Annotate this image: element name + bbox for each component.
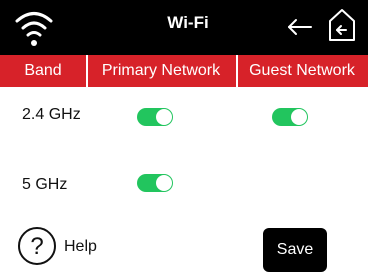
toggle-primary-5ghz[interactable] bbox=[137, 174, 173, 192]
column-header-primary-network: Primary Network bbox=[101, 62, 221, 79]
save-button[interactable]: Save bbox=[263, 228, 327, 272]
page-title: Wi-Fi bbox=[167, 13, 209, 32]
column-header-guest-network: Guest Network bbox=[249, 62, 355, 79]
toggle-primary-2-4ghz[interactable] bbox=[137, 108, 173, 126]
toggle-knob bbox=[156, 109, 172, 125]
back-arrow-icon[interactable] bbox=[286, 15, 314, 39]
toggle-guest-2-4ghz[interactable] bbox=[272, 108, 308, 126]
help-label[interactable]: Help bbox=[64, 238, 97, 256]
column-header-band: Band bbox=[24, 62, 62, 79]
home-icon[interactable] bbox=[327, 7, 357, 43]
header-bar: Wi-Fi bbox=[0, 0, 368, 55]
wifi-icon bbox=[15, 12, 53, 46]
svg-text:?: ? bbox=[30, 233, 43, 260]
toggle-knob bbox=[291, 109, 307, 125]
band-label-2-4ghz: 2.4 GHz bbox=[22, 106, 81, 123]
band-label-5ghz: 5 GHz bbox=[22, 176, 68, 193]
question-circle-icon[interactable]: ? bbox=[17, 226, 57, 266]
toggle-knob bbox=[156, 175, 172, 191]
column-header-bar: Band Primary Network Guest Network bbox=[0, 55, 368, 87]
